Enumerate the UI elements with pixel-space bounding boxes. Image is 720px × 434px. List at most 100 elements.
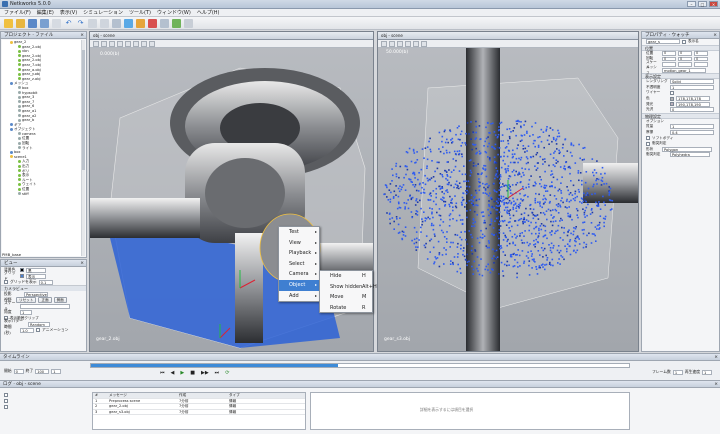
close-icon[interactable]: × (80, 260, 84, 267)
current-frame-field[interactable]: 1 (51, 368, 62, 374)
reset-button[interactable]: リセット (16, 297, 37, 303)
undo-icon[interactable]: ↶ (64, 19, 73, 28)
grid-color-swatch[interactable] (20, 274, 24, 278)
rot-x-field[interactable]: 0 (662, 56, 676, 62)
fps-field[interactable]: 1 (672, 369, 683, 375)
collision-select[interactable]: Polyhedra (670, 152, 710, 158)
redo-icon[interactable]: ↷ (76, 19, 85, 28)
select-icon[interactable] (124, 19, 133, 28)
shading-icon[interactable] (389, 41, 395, 47)
context-item-select[interactable]: Select ▸ (279, 259, 319, 270)
pos-x-field[interactable]: 0 (662, 51, 676, 56)
projection-select[interactable]: Perspective (24, 291, 48, 297)
save-all-icon[interactable] (40, 19, 49, 28)
close-icon[interactable]: × (714, 354, 718, 361)
close-icon[interactable]: × (713, 32, 717, 39)
copy-icon[interactable] (100, 19, 109, 28)
context-item-object[interactable]: Object ▸ (279, 279, 319, 291)
viewport-right[interactable]: obj - scene 50.000(b) gear_s3.obj (377, 31, 639, 352)
stop-icon[interactable]: ■ (190, 370, 195, 376)
wireframe-icon[interactable] (397, 41, 403, 47)
close-button[interactable]: × (709, 1, 718, 7)
viewport-left-tab[interactable]: obj - scene (90, 32, 373, 40)
rotate-icon[interactable] (148, 19, 157, 28)
close-icon[interactable]: × (714, 381, 718, 388)
grid-size-field[interactable]: 0.1 (38, 279, 53, 285)
scale-slider[interactable] (20, 303, 70, 309)
pattern-select[interactable]: Random (28, 321, 50, 327)
grid-icon[interactable] (133, 41, 139, 47)
wireframe-checkbox[interactable] (670, 90, 674, 95)
step-field[interactable]: 1.0 (20, 327, 34, 333)
cut-icon[interactable] (88, 19, 97, 28)
rot-y-field[interactable]: 0 (678, 56, 692, 62)
render-mode-select[interactable]: Solid (670, 79, 714, 85)
context-item-playback[interactable]: Playback ▸ (279, 248, 319, 259)
submenu-item-show-hidden[interactable]: Show hidden Alt+H (320, 282, 377, 293)
opacity-field[interactable]: 1 (670, 84, 714, 90)
submenu-item-hide[interactable]: Hide H (320, 271, 372, 282)
close-icon[interactable]: × (80, 32, 84, 39)
menu-edit[interactable]: 編集(E) (37, 9, 54, 16)
next-frame-icon[interactable]: ▶▶ (201, 370, 209, 376)
color-swatch[interactable] (670, 96, 674, 101)
shading-icon[interactable] (101, 41, 107, 47)
scale-x-field[interactable] (662, 62, 676, 67)
context-item-add[interactable]: Add ▸ (279, 291, 319, 302)
pos-y-field[interactable]: 0 (678, 51, 692, 56)
speed-field[interactable]: 1 (702, 369, 712, 375)
visible-checkbox[interactable] (682, 39, 686, 44)
grid-field[interactable]: 表示 (26, 273, 46, 279)
scale-icon[interactable] (160, 19, 169, 28)
axis-icon[interactable] (141, 41, 147, 47)
menu-window[interactable]: ウィンドウ(W) (157, 9, 191, 16)
camera-icon[interactable] (125, 41, 131, 47)
light-icon[interactable] (405, 41, 411, 47)
scale-y-field[interactable] (678, 62, 692, 67)
log-table[interactable]: # メッセージ 作成 タイプ 1 Preprocess scene 7分前 情報 2 ge… (92, 392, 306, 430)
submenu-item-move[interactable]: Move M (320, 292, 372, 303)
side-button[interactable]: 側面 (53, 297, 67, 303)
end-frame-field[interactable]: 100 (35, 368, 50, 374)
paste-icon[interactable] (112, 19, 121, 28)
friction-field[interactable]: 0.4 (670, 130, 714, 136)
specular-field[interactable]: 0 (670, 107, 714, 113)
emission-field[interactable]: 190,178,190 (676, 101, 710, 107)
bg-color-swatch[interactable] (20, 268, 24, 272)
rot-z-field[interactable]: 0 (694, 56, 708, 62)
bg-color-field[interactable]: 黒 (26, 267, 46, 273)
camera-icon[interactable] (413, 41, 419, 47)
wireframe-icon[interactable] (109, 41, 115, 47)
move-icon[interactable] (136, 19, 145, 28)
angle-field[interactable]: 1 (20, 309, 32, 315)
play-icon[interactable] (172, 19, 181, 28)
light-icon[interactable] (117, 41, 123, 47)
timeline-track[interactable] (90, 363, 630, 368)
open-folder-icon[interactable] (16, 19, 25, 28)
zoom-icon[interactable] (149, 41, 155, 47)
loop-icon[interactable]: ⟳ (225, 370, 229, 376)
mesh-select[interactable]: motion_gear_1 (662, 67, 706, 73)
menu-tools[interactable]: ツール(T) (129, 9, 151, 16)
filter-warning-checkbox[interactable] (4, 399, 8, 403)
submenu-item-rotate[interactable]: Rotate R (320, 303, 372, 314)
project-tree[interactable]: gear_2 gear_2.obj vbn gear_2.obj gear_2.obj g… (2, 40, 85, 256)
anim-checkbox[interactable] (36, 328, 40, 332)
menu-view[interactable]: 表示(V) (60, 9, 77, 16)
grid-icon[interactable] (421, 41, 427, 47)
pos-z-field[interactable]: 0 (694, 51, 708, 56)
start-frame-field[interactable]: 0 (13, 368, 24, 374)
object-name-field[interactable]: gear_s (646, 39, 680, 45)
play-icon[interactable]: ▶ (180, 370, 184, 376)
shape-select[interactable]: Polygon (662, 146, 712, 152)
menu-simulation[interactable]: シミュレーション (83, 9, 123, 16)
new-file-icon[interactable] (4, 19, 13, 28)
collision-checkbox[interactable] (646, 141, 650, 146)
prev-frame-icon[interactable]: ◀ (171, 370, 175, 376)
log-row[interactable]: 3 gear_s3.obj 7分前 情報 (93, 410, 305, 416)
settings-icon[interactable] (184, 19, 193, 28)
menu-file[interactable]: ファイル(F) (4, 9, 31, 16)
grid-checkbox[interactable] (4, 280, 8, 284)
context-item-camera[interactable]: Camera ▸ (279, 269, 319, 280)
color-field[interactable]: 178,178,178 (676, 96, 710, 102)
